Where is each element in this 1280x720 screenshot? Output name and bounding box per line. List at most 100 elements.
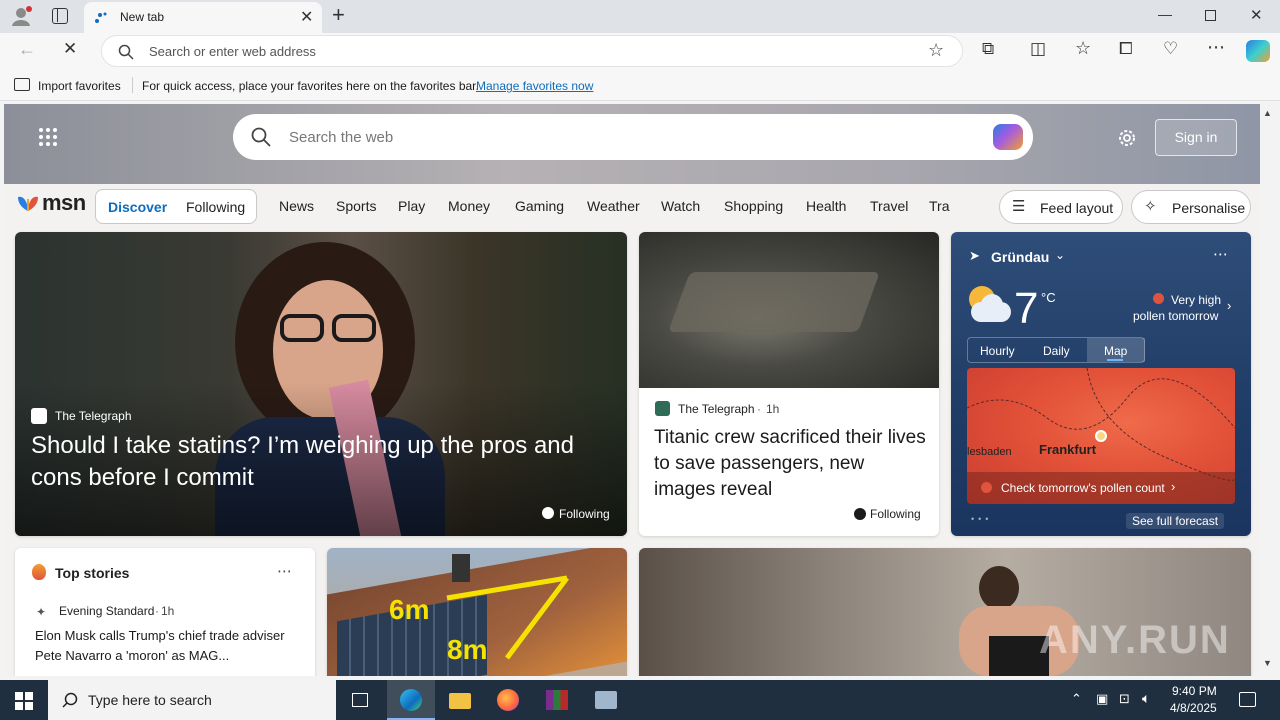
titanic-source[interactable]: The Telegraph [678,402,755,416]
nav-watch[interactable]: Watch [661,198,700,214]
tab-new-tab[interactable]: New tab ✕ [84,2,322,33]
winrar-icon[interactable] [533,680,581,720]
edge-taskbar-icon[interactable] [387,680,435,720]
nav-truncated[interactable]: Tra [929,198,951,214]
task-view-icon[interactable] [336,680,384,720]
tab-daily[interactable]: Daily [1043,344,1070,358]
extensions-icon[interactable]: ⧉ [982,39,994,59]
top-stories-card[interactable]: Top stories ⋯ ✦ Evening Standard · 1h El… [15,548,315,676]
minimize-button[interactable]: — [1158,6,1172,22]
new-tab-button[interactable]: + [332,2,345,28]
nav-news[interactable]: News [279,198,314,214]
nav-sports[interactable]: Sports [336,198,376,214]
file-explorer-icon[interactable] [435,680,483,720]
network-app-icon[interactable] [582,680,630,720]
notifications-icon[interactable] [1239,692,1256,707]
close-window-button[interactable]: ✕ [1250,6,1263,24]
top-stories-heading[interactable]: Top stories [55,565,129,581]
taskbar-search-box[interactable]: Type here to search [48,680,336,720]
nav-gaming[interactable]: Gaming [515,198,564,214]
import-favorites-icon [14,78,30,91]
show-hidden-icons-chevron[interactable]: ⌃ [1071,691,1082,707]
story-source[interactable]: Evening Standard [59,604,154,618]
copilot-search-icon[interactable] [993,124,1023,150]
nav-travel[interactable]: Travel [870,198,908,214]
import-favorites-button[interactable]: Import favorites [38,79,121,93]
address-bar[interactable]: Search or enter web address ☆ [101,35,963,67]
profile-icon[interactable] [10,5,32,27]
hero-title[interactable]: Should I take statins? I’m weighing up t… [31,430,616,494]
nav-money[interactable]: Money [448,198,490,214]
hero-following[interactable]: Following [559,507,610,521]
personalise-button[interactable]: ✧ Personalise [1131,190,1251,224]
nav-shopping[interactable]: Shopping [724,198,783,214]
more-options-icon[interactable]: ⋯ [277,562,292,580]
carousel-dots[interactable]: ••• [971,514,992,524]
pollen-icon [1153,293,1164,304]
address-placeholder: Search or enter web address [149,44,316,59]
manage-favorites-link[interactable]: Manage favorites now [476,79,593,93]
tab-following[interactable]: Following [186,199,245,215]
tab-hourly[interactable]: Hourly [980,344,1015,358]
more-menu-icon[interactable]: ⋯ [1207,37,1225,58]
back-button[interactable]: ← [18,39,36,60]
titanic-card[interactable]: The Telegraph · 1h Titanic crew sacrific… [639,232,939,536]
chevron-down-icon[interactable]: ⌄ [1055,248,1065,262]
loading-icon [95,12,107,23]
copilot-icon[interactable] [1246,40,1270,62]
scroll-up-arrow[interactable]: ▲ [1263,108,1272,118]
solar-card[interactable]: 6m 8m [327,548,627,676]
feed-layout-label: Feed layout [1040,200,1114,216]
fitness-card[interactable]: ANY.RUN [639,548,1251,676]
weather-card[interactable]: ➤ Gründau ⌄ ⋯ 7 °C Very high pollen tomo… [951,232,1251,536]
tab-map[interactable]: Map [1104,344,1127,358]
tab-discover[interactable]: Discover [108,199,167,215]
nav-play[interactable]: Play [398,198,425,214]
collections-icon[interactable]: ⧠ [1119,39,1133,59]
web-search-box[interactable]: Search the web [233,114,1033,160]
msn-logo[interactable]: msn [16,190,86,218]
story-headline[interactable]: Elon Musk calls Trump's chief trade advi… [35,626,301,666]
pollen-cta-label: Check tomorrow's pollen count [1001,481,1165,495]
split-screen-icon[interactable]: ◫ [1030,39,1046,59]
hero-source[interactable]: The Telegraph [55,409,132,423]
tab-strip: New tab ✕ + — ✕ [0,0,1280,33]
titanic-title[interactable]: Titanic crew sacrificed their lives to s… [654,425,930,503]
titanic-following[interactable]: Following [870,507,921,521]
tab-actions-icon[interactable] [52,8,68,24]
more-options-icon[interactable]: ⋯ [1213,245,1228,263]
see-full-forecast[interactable]: See full forecast [1126,513,1225,529]
weather-location[interactable]: Gründau [991,249,1049,265]
msn-butterfly-icon [18,196,38,211]
stop-loading-button[interactable]: ✕ [63,39,77,59]
settings-gear-icon[interactable] [1116,127,1138,149]
pollen-level[interactable]: Very high [1171,293,1221,307]
network-icon[interactable]: ⊡ [1119,691,1130,707]
weather-unit[interactable]: °C [1041,290,1056,305]
firefox-icon[interactable] [484,680,532,720]
sign-in-button[interactable]: Sign in [1155,119,1237,156]
apps-grid-icon[interactable] [38,127,58,147]
nav-health[interactable]: Health [806,198,846,214]
browser-essentials-icon[interactable]: ♡ [1163,39,1178,59]
device-icon[interactable]: ▣ [1096,691,1108,707]
feed-layout-button[interactable]: ☰ Feed layout [999,190,1123,224]
volume-icon[interactable]: 🔈︎ [1142,690,1150,707]
hero-card[interactable]: The Telegraph Should I take statins? I’m… [15,232,627,536]
taskbar-search-placeholder: Type here to search [88,692,212,708]
msn-wordmark: msn [42,190,86,215]
clock-date[interactable]: 4/8/2025 [1170,701,1217,715]
pollen-note[interactable]: pollen tomorrow [1133,309,1218,323]
windows-start-icon[interactable] [15,692,33,710]
clock-time[interactable]: 9:40 PM [1172,684,1217,698]
scroll-down-arrow[interactable]: ▼ [1263,658,1272,668]
favorites-icon[interactable]: ☆ [1075,38,1091,59]
favorite-star-icon[interactable]: ☆ [928,40,944,61]
taskbar: Type here to search ⌃ ▣ ⊡ 🔈︎ 9:40 PM 4/8… [0,680,1280,720]
restore-button[interactable] [1205,10,1216,21]
pollen-cta-bar[interactable]: Check tomorrow's pollen count › [967,472,1235,504]
chevron-right-icon[interactable]: › [1227,298,1231,313]
nav-weather[interactable]: Weather [587,198,640,214]
pollen-map[interactable]: lesbaden Frankfurt Check tomorrow's poll… [967,368,1235,504]
close-tab-icon[interactable]: ✕ [300,7,313,27]
